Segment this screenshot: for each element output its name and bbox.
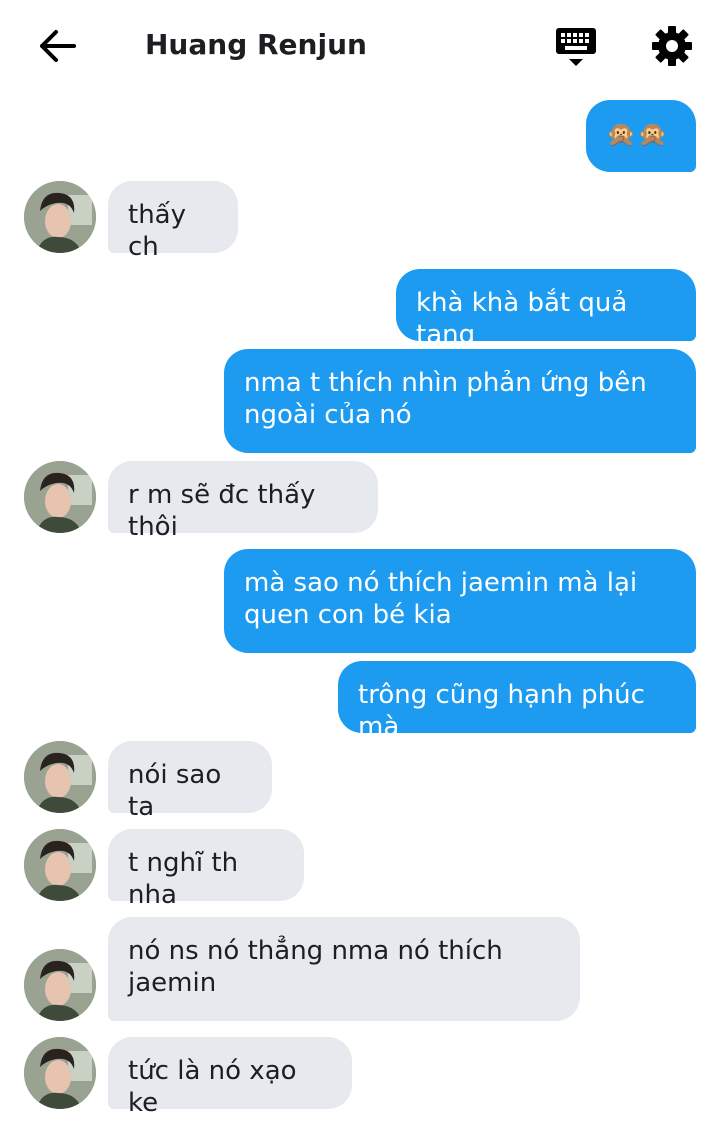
avatar — [24, 461, 96, 533]
avatar — [24, 181, 96, 253]
chat-header: Huang Renjun — [0, 0, 720, 90]
avatar — [24, 829, 96, 901]
message-bubble: mà sao nó thích jaemin mà lại quen con b… — [224, 549, 696, 653]
avatar — [24, 741, 96, 813]
message-bubble: t nghĩ th nha — [108, 829, 304, 910]
message-bubble: khà khà bắt quả tang — [396, 269, 696, 350]
keyboard-icon[interactable] — [553, 24, 599, 70]
message-bubble: 🙊🙊 — [586, 100, 696, 172]
avatar — [24, 1037, 96, 1109]
message-bubble: nma t thích nhìn phản ứng bên ngoài của … — [224, 349, 696, 453]
message-bubble: trông cũng hạnh phúc mà — [338, 661, 696, 742]
message-bubble: tức là nó xạo ke — [108, 1037, 352, 1118]
avatar — [24, 949, 96, 1021]
message-bubble: nói sao ta — [108, 741, 272, 822]
back-arrow-icon[interactable] — [34, 26, 78, 66]
message-bubble: thấy ch — [108, 181, 238, 262]
chat-title: Huang Renjun — [145, 28, 367, 61]
message-bubble: r m sẽ đc thấy thôi — [108, 461, 378, 542]
gear-icon[interactable] — [650, 24, 694, 68]
message-bubble: nó ns nó thẳng nma nó thích jaemin — [108, 917, 580, 1021]
